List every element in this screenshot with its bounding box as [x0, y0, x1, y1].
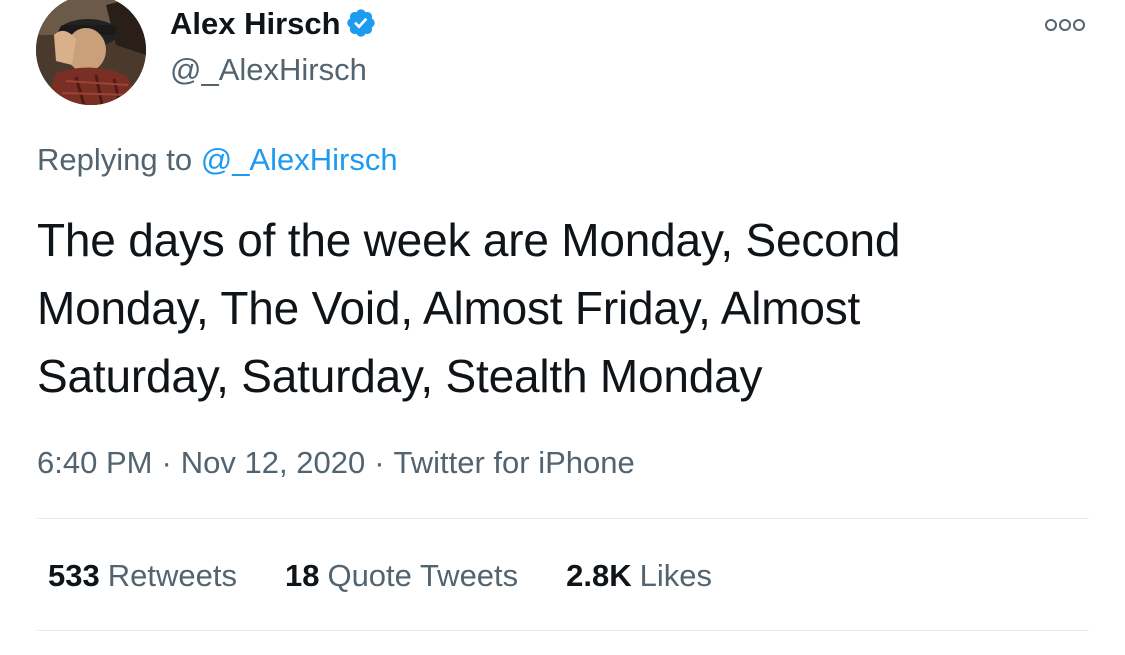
reply-prefix: Replying to: [37, 142, 193, 177]
more-options-icon: [1045, 19, 1085, 31]
verified-badge-icon: [346, 9, 375, 37]
author-name-text[interactable]: Alex Hirsch: [170, 6, 341, 41]
likes-count: 2.8K: [566, 558, 632, 593]
tweet-date-link[interactable]: Nov 12, 2020: [181, 445, 365, 480]
quote-tweets-label: Quote Tweets: [327, 558, 519, 593]
quote-tweets-stat[interactable]: 18 Quote Tweets: [285, 556, 518, 596]
reply-mention-link[interactable]: @_AlexHirsch: [201, 142, 398, 177]
meta-separator: ·: [374, 445, 385, 480]
tweet-text: The days of the week are Monday, Second …: [37, 214, 901, 402]
retweets-count: 533: [48, 558, 100, 593]
avatar[interactable]: [36, 0, 146, 105]
quote-tweets-count: 18: [284, 558, 320, 593]
author-handle[interactable]: @_AlexHirsch: [170, 50, 367, 90]
retweets-label: Retweets: [107, 558, 237, 593]
author-name[interactable]: Alex Hirsch: [170, 4, 377, 44]
retweets-stat[interactable]: 533 Retweets: [48, 556, 237, 596]
tweet-card: Alex Hirsch @_AlexHirsch Replying to @_A…: [0, 0, 1125, 655]
reply-context: Replying to @_AlexHirsch: [37, 140, 398, 180]
meta-separator: ·: [161, 445, 172, 480]
divider: [37, 630, 1089, 631]
tweet-meta: 6:40 PM · Nov 12, 2020 · Twitter for iPhone: [37, 443, 635, 483]
tweet-time-link[interactable]: 6:40 PM: [37, 445, 152, 480]
profile-photo-icon: [36, 0, 146, 105]
divider: [37, 518, 1089, 519]
engagement-stats: 533 Retweets 18 Quote Tweets 2.8K Likes: [48, 556, 712, 596]
likes-label: Likes: [639, 558, 713, 593]
more-options-button[interactable]: [1042, 12, 1088, 38]
tweet-source-link[interactable]: Twitter for iPhone: [394, 445, 635, 480]
likes-stat[interactable]: 2.8K Likes: [566, 556, 712, 596]
